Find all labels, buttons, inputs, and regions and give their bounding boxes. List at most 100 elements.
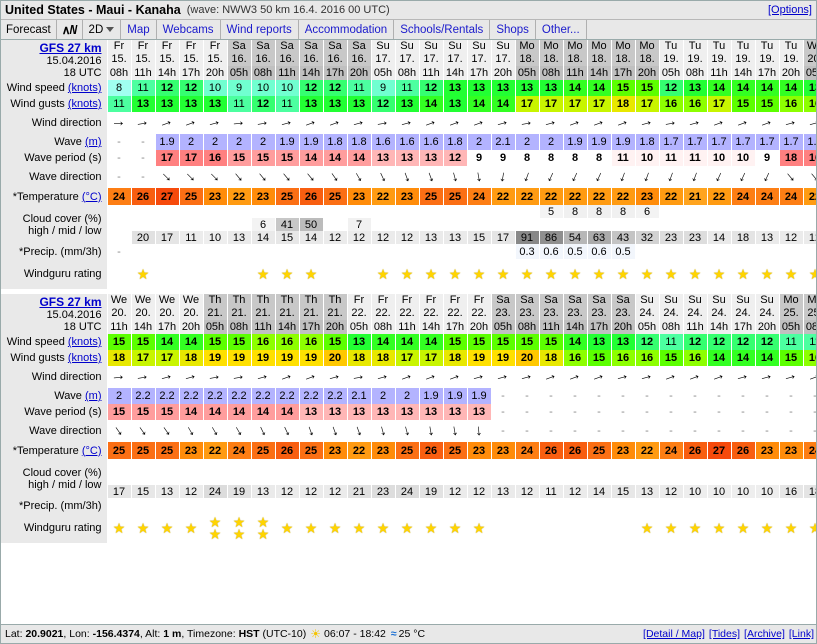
nav-item-schools-rentals[interactable]: Schools/Rentals bbox=[393, 20, 489, 39]
wind-speed-value: 14 bbox=[755, 80, 780, 96]
wind-direction-cell: ↑ bbox=[395, 366, 420, 388]
wave-direction-row: Wave direction - - ↑ ↑ ↑ ↑ ↑ ↑ ↑ ↑ ↑ ↑ ↑ ↑ ↑ ↑ ↑ ↑ ↑ ↑ ↑ ↑ ↑ ↑ ↑ ↑… bbox=[1, 166, 816, 188]
temperature-label-unit[interactable]: (°C) bbox=[82, 191, 102, 203]
wind-direction-arrow: ↑ bbox=[637, 371, 657, 383]
day-date-header: 24. bbox=[635, 307, 660, 320]
wind-speed-value: 16 bbox=[299, 334, 324, 350]
wind-speed-value: 10 bbox=[203, 80, 228, 96]
wind-speed-label: Wind speed (knots) bbox=[1, 80, 108, 96]
day-name-header: Su bbox=[635, 294, 660, 307]
wind-direction-arrow: ↑ bbox=[757, 371, 777, 383]
wind-direction-cell: ↑ bbox=[707, 366, 732, 388]
day-name-header: Sa bbox=[539, 294, 564, 307]
day-name-header: Sa bbox=[491, 294, 516, 307]
day-date-header: 19. bbox=[683, 53, 708, 66]
wave-period-value: - bbox=[491, 404, 516, 420]
rating-cell: ★ bbox=[371, 513, 396, 543]
archive-link[interactable]: [Archive] bbox=[744, 628, 785, 640]
wave-direction-cell: ↑ bbox=[395, 420, 420, 442]
precip-value bbox=[563, 498, 588, 513]
tides-link[interactable]: [Tides] bbox=[709, 628, 740, 640]
wind-direction-cell: ↑ bbox=[299, 112, 324, 134]
wind-speed-label-unit[interactable]: (knots) bbox=[68, 82, 102, 94]
precip-value bbox=[731, 498, 756, 513]
detail-map-link[interactable]: [Detail / Map] bbox=[643, 628, 705, 640]
cloud-low-value: 13 bbox=[443, 231, 468, 244]
wave-period-value: - bbox=[755, 404, 780, 420]
nav-item-other[interactable]: Other... bbox=[534, 20, 586, 39]
wind-gusts-label-unit[interactable]: (knots) bbox=[68, 98, 102, 110]
day-name-header: Mo bbox=[539, 40, 564, 53]
cloud-mid-value bbox=[731, 472, 756, 485]
nav-item-wind-reports[interactable]: Wind reports bbox=[219, 20, 298, 39]
forecast-table-1: GFS 27 km 15.04.2016 18 UTC Fr Fr Fr Fr Fr Sa Sa S… bbox=[1, 40, 816, 289]
wind-gusts-value: 16 bbox=[611, 350, 636, 366]
hour-header: 17h bbox=[731, 320, 756, 334]
nav-item-shops[interactable]: Shops bbox=[489, 20, 535, 39]
wave-label-unit[interactable]: (m) bbox=[85, 136, 102, 148]
wind-gusts-row: Wind gusts (knots) 18 17 17 18 19 19 19 19 19 20 18… bbox=[1, 350, 816, 366]
rating-row: Windguru rating ★ ★ ★ ★ ★ ★ ★ ★ ★ ★ ★ ★ ★ ★ ★ ★ ★ ★ ★ ★ ★ ★ ★ ★ ★… bbox=[1, 513, 816, 543]
star-icon: ★ bbox=[712, 520, 726, 536]
wave-value: 2 bbox=[515, 134, 540, 150]
wave-period-value: - bbox=[635, 404, 660, 420]
rating-stars: ★ bbox=[756, 521, 779, 535]
star-icon: ★ bbox=[712, 266, 726, 282]
wind-speed-row: Wind speed (knots) 8 11 12 12 10 9 10 10 12 12 11 9 1… bbox=[1, 80, 816, 96]
precip-label: *Precip. (mm/3h) bbox=[1, 244, 108, 259]
wind-speed-value: 15 bbox=[131, 334, 156, 350]
wave-period-value: - bbox=[563, 404, 588, 420]
wind-gusts-label-unit[interactable]: (knots) bbox=[68, 352, 102, 364]
cloud-high-value bbox=[443, 459, 468, 472]
options-link[interactable]: [Options] bbox=[768, 4, 812, 16]
day-date-header: 18. bbox=[515, 53, 540, 66]
rating-stars: ★ bbox=[516, 267, 539, 281]
day-date-header: 18. bbox=[563, 53, 588, 66]
wind-direction-cell: ↑ bbox=[131, 366, 156, 388]
wave-value: 1.9 bbox=[419, 388, 444, 404]
temperature-label-unit[interactable]: (°C) bbox=[82, 445, 102, 457]
nav-item-accommodation[interactable]: Accommodation bbox=[297, 20, 393, 39]
day-date-header: 21. bbox=[299, 307, 324, 320]
wave-value: 1.9 bbox=[563, 134, 588, 150]
rating-cell: ★ bbox=[395, 259, 420, 289]
link-link[interactable]: [Link] bbox=[789, 628, 814, 640]
model-name[interactable]: GFS 27 km bbox=[1, 41, 101, 55]
precip-value bbox=[251, 498, 276, 513]
wind-direction-cell: ↑ bbox=[323, 112, 348, 134]
model-name[interactable]: GFS 27 km bbox=[1, 295, 101, 309]
nav-filler bbox=[585, 20, 816, 39]
cloud-high-value bbox=[251, 205, 276, 218]
precip-value: 0.5 bbox=[563, 244, 588, 259]
rating-stars: ★ ★ bbox=[228, 515, 251, 541]
wave-value: 1.6 bbox=[371, 134, 396, 150]
wave-value: - bbox=[707, 388, 732, 404]
cloud-mid-value bbox=[371, 218, 396, 231]
wind-direction-cell: ↑ bbox=[395, 112, 420, 134]
wind-gusts-value: 12 bbox=[371, 96, 396, 112]
wind-speed-label-unit[interactable]: (knots) bbox=[68, 336, 102, 348]
day-date-header: 20. bbox=[107, 307, 132, 320]
wind-speed-value: 12 bbox=[659, 80, 684, 96]
rating-stars: ★ bbox=[684, 267, 707, 281]
cloud-high-value bbox=[803, 205, 816, 218]
wind-speed-value: 11 bbox=[131, 80, 156, 96]
precip-value bbox=[227, 244, 252, 259]
cloud-high-value bbox=[371, 459, 396, 472]
view-mode-selector[interactable]: 2D bbox=[81, 20, 121, 39]
precip-row: *Precip. (mm/3h) bbox=[1, 498, 816, 513]
wind-direction-arrow: ↑ bbox=[349, 117, 369, 129]
rating-stars: ★ bbox=[156, 521, 179, 535]
meteogram-icon[interactable]: ∧/\/ bbox=[55, 20, 82, 39]
wind-speed-value: 15 bbox=[635, 80, 660, 96]
forecast-table-2: GFS 27 km 15.04.2016 18 UTC We We We We Th Th Th T… bbox=[1, 294, 816, 543]
cloud-mid-value bbox=[779, 218, 804, 231]
cloud-mid-value: 41 bbox=[275, 218, 300, 231]
day-date-header: 19. bbox=[779, 53, 804, 66]
nav-item-webcams[interactable]: Webcams bbox=[155, 20, 220, 39]
wave-label-unit[interactable]: (m) bbox=[85, 390, 102, 402]
temperature-value: 23 bbox=[635, 188, 660, 205]
wind-direction-cell: ↑ bbox=[659, 366, 684, 388]
cloud-low-value: 13 bbox=[251, 485, 276, 498]
nav-item-map[interactable]: Map bbox=[120, 20, 155, 39]
